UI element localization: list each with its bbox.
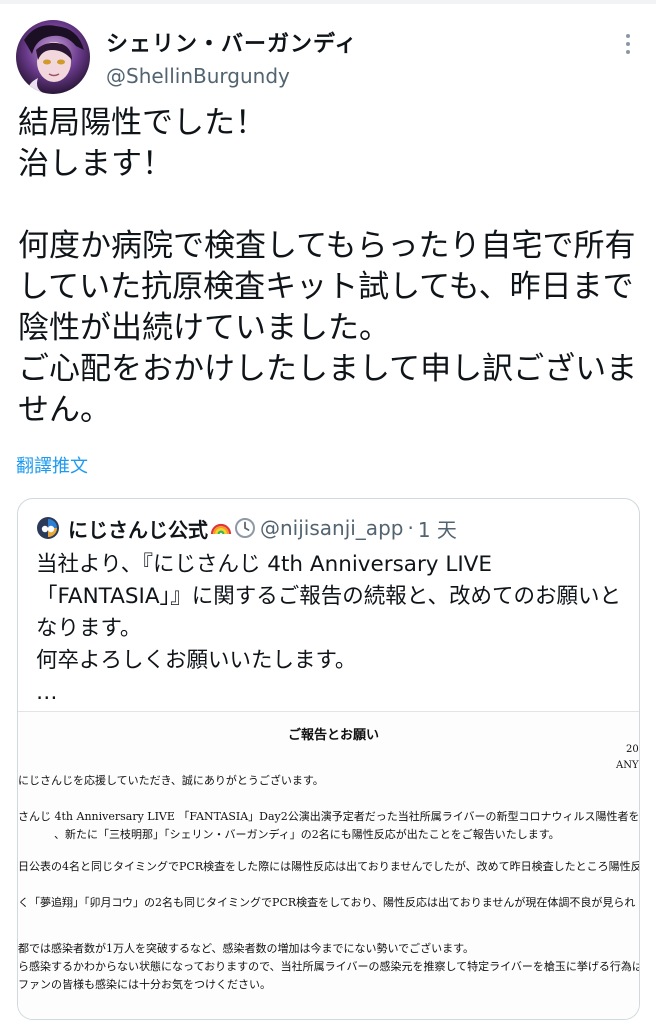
doc-line: 都では感染者数が1万人を突破するなど、感染者数の増加は今までにない勢いでございま… <box>18 942 475 955</box>
clock-icon <box>235 518 255 538</box>
tweet-text: 結局陽性でした！ 治します！ 何度か病院で検査してもらったり自宅で所有していた抗… <box>18 105 638 428</box>
doc-date: 20 <box>626 744 639 755</box>
doc-line: さんじ 4th Anniversary LIVE 「FANTASIA」Day2公… <box>18 810 640 823</box>
quote-author-handle[interactable]: @nijisanji_app <box>260 516 403 540</box>
more-dot <box>626 50 630 54</box>
doc-line: 、新たに「三枝明那」「シェリン・バーガンディ」の2名にも陽性反応が出たことをご報… <box>54 828 560 841</box>
doc-line: ファンの皆様も感染には十分お気をつけください。 <box>18 978 271 991</box>
tweet-header: シェリン・バーガンディ @ShellinBurgundy <box>16 20 640 96</box>
doc-line: 日公表の4名と同じタイミングでPCR検査をした際には陽性反応は出ておりませんでし… <box>18 860 640 873</box>
nijisanji-logo-icon <box>37 517 59 539</box>
quoted-tweet[interactable]: にじさんじ公式 @nijisanji_app · 1 天 当社より、『にじさんじ… <box>17 498 640 1020</box>
author-handle[interactable]: @ShellinBurgundy <box>106 64 290 88</box>
top-edge <box>0 0 656 4</box>
quote-separator: · <box>407 516 414 540</box>
quote-time[interactable]: 1 天 <box>418 514 457 543</box>
more-icon[interactable] <box>616 32 640 56</box>
doc-org: ANYO <box>616 760 639 771</box>
doc-line: ら感染するかわからない状態になっておりますので、当社所属ライバーの感染元を推察し… <box>18 960 640 973</box>
doc-line: く「夢追翔」「卯月コウ」の2名も同じタイミングでPCR検査をしており、陽性反応は… <box>18 896 636 909</box>
doc-line: にじさんじを応援していただき、誠にありがとうございます。 <box>18 774 324 787</box>
author-name[interactable]: シェリン・バーガンディ <box>106 26 357 58</box>
more-dot <box>626 42 630 46</box>
avatar-image <box>16 20 90 94</box>
doc-title: ご報告とお願い <box>288 728 380 743</box>
quote-header: にじさんじ公式 @nijisanji_app · 1 天 <box>36 513 457 543</box>
quote-author-name[interactable]: にじさんじ公式 <box>68 514 208 543</box>
rainbow-icon <box>210 523 232 535</box>
translate-link[interactable]: 翻譯推文 <box>16 452 88 478</box>
avatar[interactable] <box>16 20 90 94</box>
attached-document-image[interactable]: ご報告とお願い 20 ANYO にじさんじを応援していただき、誠にありがとうござ… <box>18 711 640 1019</box>
more-dot <box>626 34 630 38</box>
quote-text: 当社より、『にじさんじ 4th Anniversary LIVE 「FANTAS… <box>36 552 621 705</box>
